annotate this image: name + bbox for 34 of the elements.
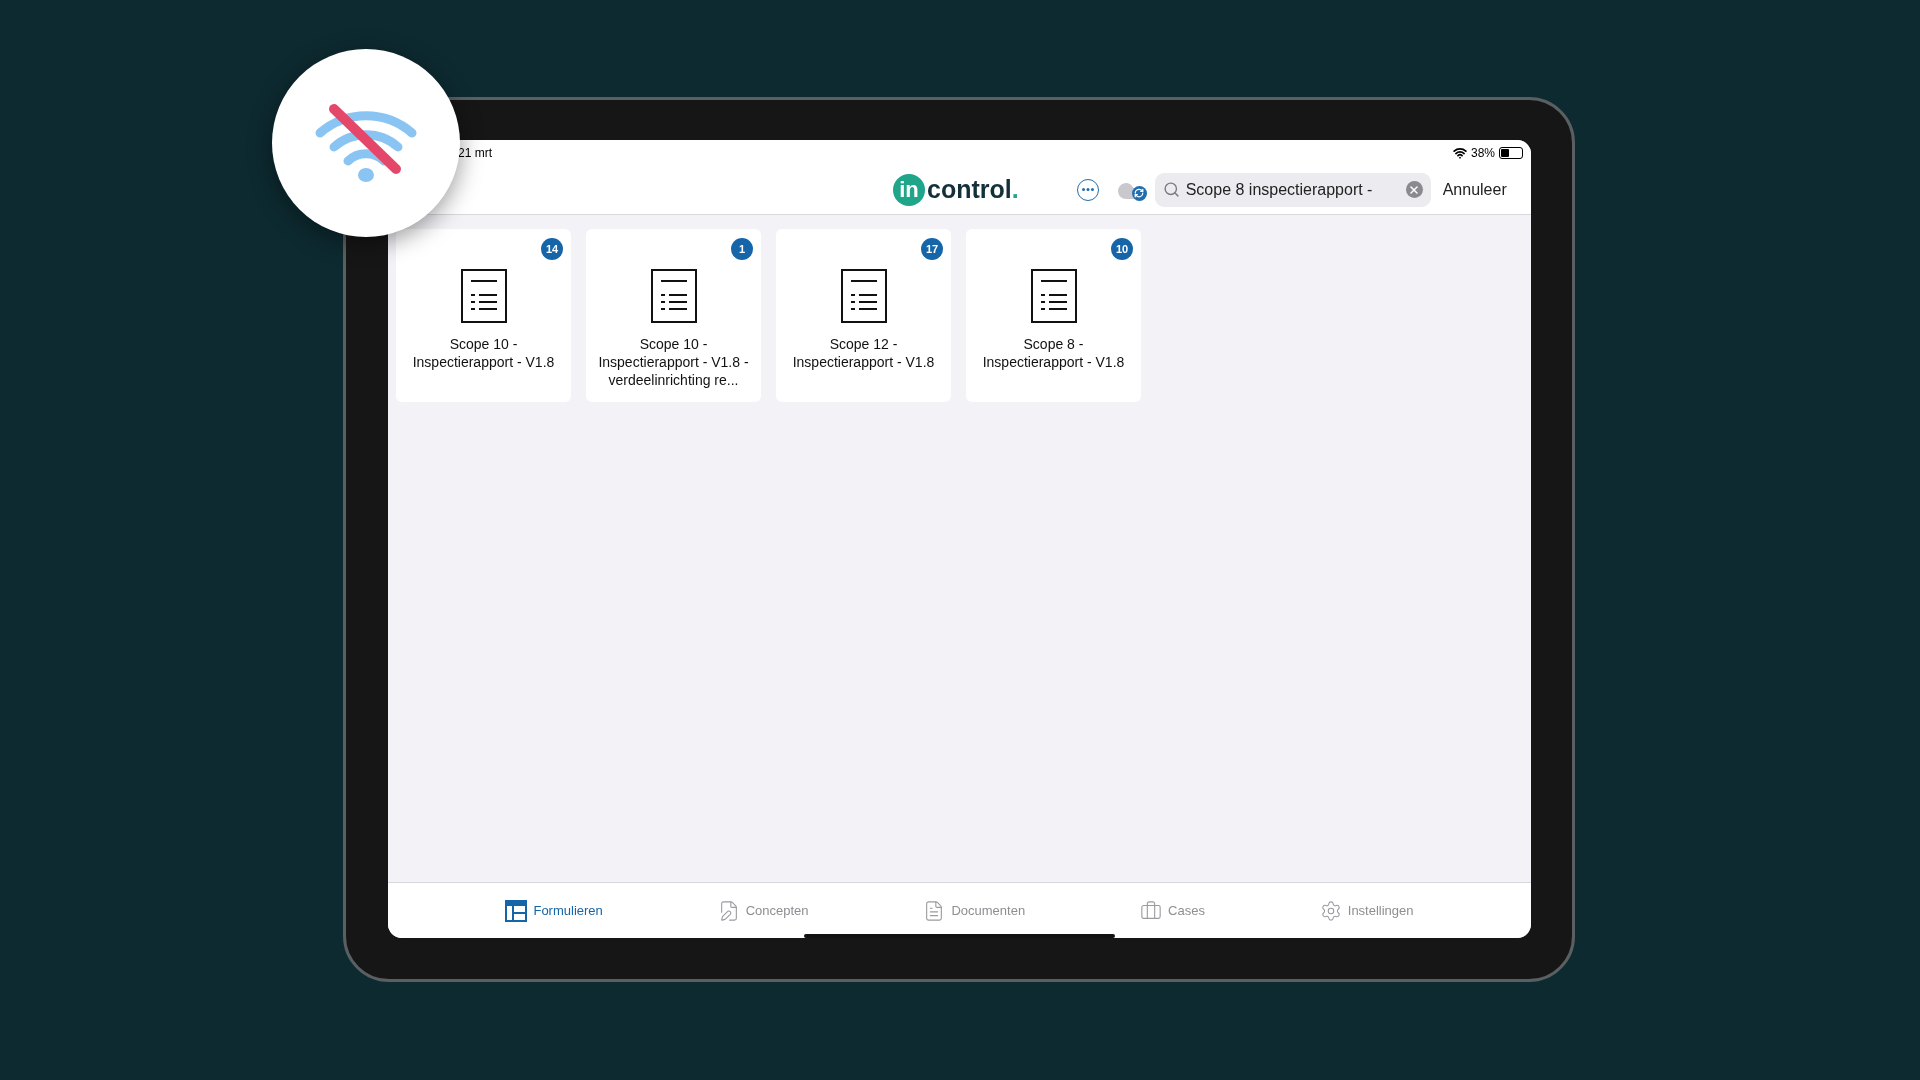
- form-card[interactable]: 14 Scope 10 - Inspectierapport - V1.8: [396, 229, 571, 402]
- battery-percentage: 38%: [1470, 144, 1495, 162]
- wifi-icon: [1452, 145, 1467, 160]
- cancel-button[interactable]: Annuleer: [1442, 177, 1507, 202]
- search-field[interactable]: Scope 8 inspectierapport -: [1154, 172, 1431, 207]
- table-icon: [505, 899, 528, 922]
- settings-icon: [1319, 899, 1342, 922]
- logo-text: control: [927, 177, 1012, 202]
- document-list-icon: [650, 269, 697, 323]
- status-date: 21 mrt: [458, 144, 492, 162]
- form-title: Scope 10 - Inspectierapport - V1.8: [411, 335, 556, 371]
- search-input[interactable]: Scope 8 inspectierapport -: [1185, 177, 1400, 202]
- document-list-icon: [840, 269, 887, 323]
- logo-dot: .: [1011, 177, 1019, 202]
- count-badge: 1: [731, 238, 753, 260]
- more-icon: [1081, 188, 1094, 191]
- form-title: Scope 10 - Inspectierapport - V1.8 - verdeelinrichting re...: [597, 335, 750, 389]
- search-icon: [1162, 181, 1180, 198]
- briefcase-icon: [1140, 899, 1163, 922]
- clear-icon[interactable]: [1405, 181, 1423, 198]
- document-list-icon: [1030, 269, 1077, 323]
- count-badge: 17: [921, 238, 943, 260]
- form-card[interactable]: 1 Scope 10 - Inspectierapport - V1.8 - verdeelinrichting re...: [586, 229, 761, 402]
- form-title: Scope 8 - Inspectierapport - V1.8: [981, 335, 1126, 371]
- form-card[interactable]: 17 Scope 12 - Inspectierapport - V1.8: [776, 229, 951, 402]
- logo-mark: in: [893, 173, 925, 206]
- form-card[interactable]: 10 Scope 8 - Inspectierapport - V1.8: [966, 229, 1141, 402]
- count-badge: 10: [1111, 238, 1133, 260]
- form-title: Scope 12 - Inspectierapport - V1.8: [791, 335, 936, 371]
- battery-icon: [1499, 146, 1523, 159]
- count-badge: 14: [541, 238, 563, 260]
- document-list-icon: [460, 269, 507, 323]
- wifi-off-icon: [314, 103, 418, 183]
- tab-bar-item[interactable]: Formulieren: [505, 899, 603, 922]
